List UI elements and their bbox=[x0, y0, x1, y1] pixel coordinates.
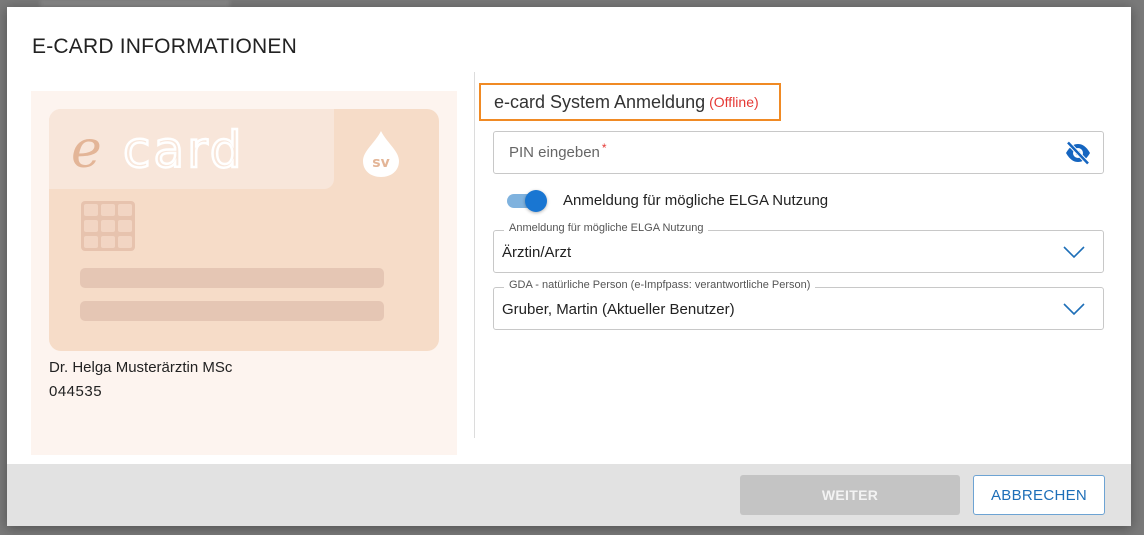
card-holder-name: Dr. Helga Musterärztin MSc bbox=[49, 359, 233, 376]
elga-toggle-row: Anmeldung für mögliche ELGA Nutzung bbox=[507, 189, 829, 212]
card-placeholder-line bbox=[80, 268, 384, 288]
pin-input[interactable]: PIN eingeben * bbox=[493, 131, 1104, 174]
chevron-down-icon bbox=[1063, 303, 1085, 316]
chevron-down-icon bbox=[1063, 246, 1085, 259]
person-select-value: Gruber, Martin (Aktueller Benutzer) bbox=[502, 301, 735, 318]
next-button[interactable]: WEITER bbox=[740, 475, 960, 515]
eye-off-icon[interactable] bbox=[1065, 141, 1091, 165]
elga-toggle-label: Anmeldung für mögliche ELGA Nutzung bbox=[563, 191, 829, 209]
vertical-divider bbox=[474, 72, 475, 438]
dialog-footer: WEITER ABBRECHEN bbox=[7, 464, 1131, 526]
sv-logo: sv bbox=[363, 131, 399, 177]
svg-text:e: e bbox=[71, 123, 102, 173]
required-marker: * bbox=[601, 141, 607, 155]
elga-toggle[interactable] bbox=[507, 189, 547, 212]
ecard-dialog: E-CARD INFORMATIONEN e card sv Dr. Helga… bbox=[7, 7, 1131, 526]
login-heading-text: e-card System Anmeldung bbox=[494, 91, 706, 112]
login-section-heading: e-card System Anmeldung (Offline) bbox=[479, 83, 781, 121]
person-select[interactable]: GDA - natürliche Person (e-Impfpass: ver… bbox=[493, 279, 1104, 330]
role-select-label: Anmeldung für mögliche ELGA Nutzung bbox=[504, 222, 709, 234]
card-placeholder-line bbox=[80, 301, 384, 321]
offline-status: (Offline) bbox=[709, 94, 759, 110]
toggle-thumb bbox=[525, 190, 547, 212]
dialog-title: E-CARD INFORMATIONEN bbox=[32, 35, 297, 58]
cancel-button[interactable]: ABBRECHEN bbox=[973, 475, 1105, 515]
role-select-value: Ärztin/Arzt bbox=[502, 244, 572, 261]
svg-text:card: card bbox=[123, 123, 245, 173]
pin-placeholder: PIN eingeben * bbox=[509, 141, 607, 161]
card-panel: e card sv Dr. Helga Musterärztin MSc 044… bbox=[31, 91, 457, 455]
svg-text:sv: sv bbox=[372, 155, 389, 171]
ecard-image: e card sv bbox=[49, 109, 439, 351]
chip-icon bbox=[81, 201, 135, 251]
card-holder-number: 044535 bbox=[49, 383, 103, 400]
role-select[interactable]: Anmeldung für mögliche ELGA Nutzung Ärzt… bbox=[493, 222, 1104, 273]
pin-placeholder-text: PIN eingeben bbox=[509, 144, 600, 161]
ecard-logo: e card bbox=[71, 123, 245, 173]
person-select-label: GDA - natürliche Person (e-Impfpass: ver… bbox=[504, 279, 816, 291]
